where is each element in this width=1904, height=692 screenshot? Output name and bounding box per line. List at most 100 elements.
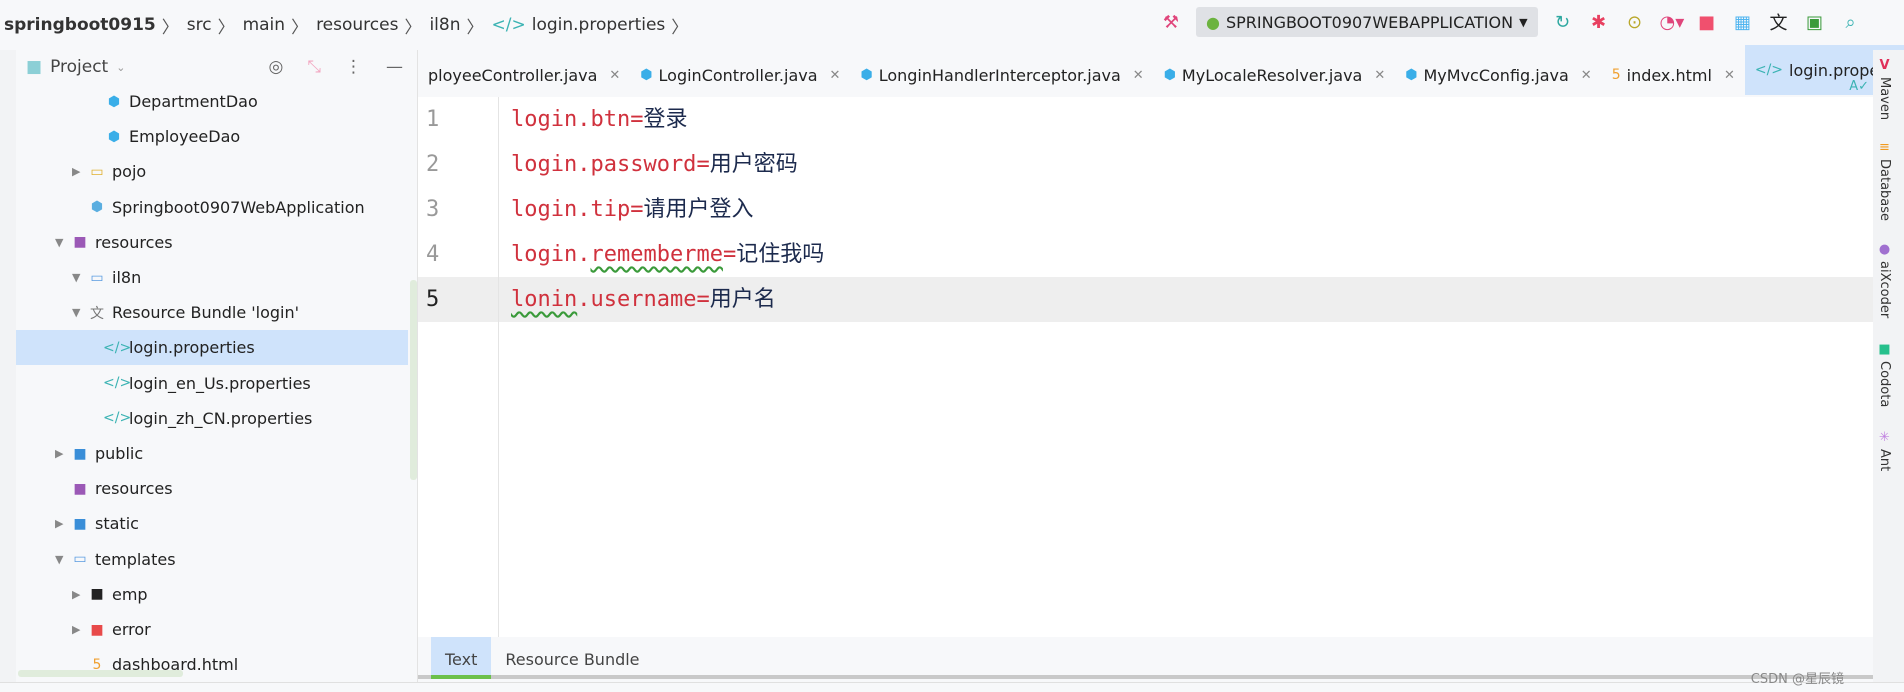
- tree-item[interactable]: </> login_zh_CN.properties: [16, 401, 408, 436]
- tree-item[interactable]: ▼ ▭ templates: [16, 542, 408, 577]
- close-icon[interactable]: ✕: [1724, 68, 1735, 83]
- options-icon[interactable]: ⋮: [345, 57, 362, 77]
- editor-tabs: ployeeController.java ✕ ⬢ LoginController.j…: [418, 45, 1904, 95]
- tab-file[interactable]: ⬢ LonginHandlerInterceptor.java ✕: [850, 55, 1153, 95]
- folder-icon: ▭: [73, 551, 87, 568]
- tree-item-label: error: [112, 620, 151, 639]
- database-tool[interactable]: ≡ Database: [1877, 140, 1892, 221]
- tree-item[interactable]: ▶ ■ emp: [16, 577, 408, 612]
- tree-item[interactable]: ▼ ■ resources: [16, 225, 408, 260]
- hide-icon[interactable]: —: [386, 57, 403, 77]
- expand-arrow-icon[interactable]: ▶: [72, 588, 86, 601]
- class-icon: ⬢: [1163, 67, 1176, 83]
- tree-item[interactable]: ⬢ EmployeeDao: [16, 119, 408, 154]
- folder-icon: ■: [26, 57, 43, 77]
- tree-item[interactable]: ▼ ▭ il8n: [16, 260, 408, 295]
- tab-file[interactable]: ⬢ MyLocaleResolver.java ✕: [1154, 55, 1396, 95]
- class-icon: ⬢: [107, 128, 121, 145]
- translate-icon[interactable]: 文: [1768, 9, 1790, 35]
- tree-item[interactable]: </> login_en_Us.properties: [16, 366, 408, 401]
- breadcrumb-item[interactable]: main: [243, 15, 285, 35]
- breadcrumb-item[interactable]: login.properties: [532, 15, 666, 35]
- horizontal-scrollbar[interactable]: [18, 670, 183, 677]
- tab-label: ployeeController.java: [428, 65, 598, 85]
- tree-item[interactable]: ▶ ■ static: [16, 506, 408, 541]
- line-number: 3: [426, 197, 440, 222]
- tree-item[interactable]: ▼ 文 Resource Bundle 'login': [16, 295, 408, 330]
- equals-sign: =: [696, 152, 710, 177]
- vertical-scrollbar[interactable]: [410, 280, 417, 480]
- tab-text[interactable]: Text: [431, 637, 492, 679]
- expand-arrow-icon[interactable]: ▶: [72, 623, 86, 636]
- stop-icon[interactable]: ■: [1696, 12, 1718, 33]
- tree-item[interactable]: ▶ ■ error: [16, 612, 408, 647]
- expand-arrow-icon[interactable]: ▼: [72, 271, 86, 284]
- layout-grid-icon[interactable]: ▦: [1732, 12, 1754, 33]
- run-config-select[interactable]: ● SPRINGBOOT0907WEBAPPLICATION ▼: [1196, 7, 1538, 37]
- tree-item-label: DepartmentDao: [129, 92, 258, 111]
- close-icon[interactable]: ✕: [1374, 68, 1385, 83]
- expand-arrow-icon[interactable]: ▶: [55, 447, 69, 460]
- equals-sign: =: [696, 287, 710, 312]
- chevron-right-icon: 〉: [466, 17, 484, 38]
- tree-item[interactable]: ▶ ▭ pojo: [16, 154, 408, 189]
- code-line: lonin.username=用户名: [511, 277, 776, 322]
- chevron-down-icon[interactable]: ⌄: [116, 61, 125, 74]
- expand-arrow-icon[interactable]: ▶: [72, 165, 86, 178]
- tab-file[interactable]: ⬢ LoginController.java ✕: [630, 55, 850, 95]
- tree-item-label: il8n: [112, 268, 142, 287]
- tree-item-label: static: [95, 514, 139, 534]
- class-icon: ⬢: [860, 67, 873, 83]
- property-value: 请用户登入: [643, 197, 754, 222]
- breadcrumb-item[interactable]: il8n: [429, 15, 460, 35]
- breadcrumb-item[interactable]: src: [187, 15, 212, 35]
- breadcrumb-item[interactable]: resources: [316, 15, 398, 35]
- spring-boot-icon: ●: [1206, 12, 1220, 32]
- expand-arrow-icon[interactable]: ▶: [55, 517, 69, 530]
- profiler-icon[interactable]: ◔▾: [1660, 12, 1685, 33]
- project-view-select[interactable]: Project: [50, 57, 108, 77]
- tree-item-label: login_en_Us.properties: [129, 373, 311, 393]
- tab-file[interactable]: ployeeController.java ✕: [418, 55, 630, 95]
- tree-item[interactable]: ⬢ Springboot0907WebApplication: [16, 190, 408, 225]
- dark-folder-icon: ■: [90, 586, 104, 603]
- locate-icon[interactable]: ◎: [269, 57, 284, 77]
- line-number: 4: [426, 242, 440, 267]
- tab-resource-bundle[interactable]: Resource Bundle: [491, 637, 653, 675]
- tree-item[interactable]: ▶ ■ public: [16, 436, 408, 471]
- terminal-icon[interactable]: ▣: [1804, 12, 1826, 33]
- code-line: login.rememberme=记住我吗: [511, 232, 824, 277]
- code-editor[interactable]: 12345 login.btn=登录 login.password=用户密码 log…: [418, 79, 1873, 637]
- tab-file[interactable]: ⬢ MyMvcConfig.java ✕: [1395, 55, 1601, 95]
- close-icon[interactable]: ✕: [1581, 68, 1592, 83]
- expand-arrow-icon[interactable]: ▼: [72, 306, 86, 319]
- close-icon[interactable]: ✕: [1133, 68, 1144, 83]
- aixcoder-icon: ●: [1878, 242, 1891, 257]
- property-key: login.: [511, 242, 591, 267]
- close-icon[interactable]: ✕: [609, 68, 620, 83]
- maven-tool[interactable]: V Maven: [1877, 58, 1892, 120]
- equals-sign: =: [630, 197, 644, 222]
- property-value: 用户密码: [709, 152, 798, 177]
- tab-file[interactable]: 5 index.html ✕: [1602, 55, 1745, 95]
- close-icon[interactable]: ✕: [830, 68, 841, 83]
- tree-item[interactable]: ⬢ DepartmentDao: [16, 84, 408, 119]
- spellcheck-icon[interactable]: A✓: [1849, 79, 1869, 94]
- codota-tool[interactable]: ■ Codota: [1877, 342, 1892, 407]
- aixcoder-tool[interactable]: ● aiXcoder: [1877, 242, 1892, 318]
- tree-item-label: templates: [95, 549, 176, 569]
- tree-item[interactable]: </> login.properties: [16, 330, 408, 366]
- search-icon[interactable]: ⌕: [1840, 12, 1862, 33]
- tree-item[interactable]: ■ resources: [16, 471, 408, 506]
- expand-arrow-icon[interactable]: ▼: [55, 553, 69, 566]
- build-hammer-icon[interactable]: ⚒: [1160, 12, 1182, 33]
- expand-arrow-icon[interactable]: ▼: [55, 236, 69, 249]
- properties-icon: </>: [103, 339, 132, 356]
- rerun-icon[interactable]: ↻: [1552, 12, 1574, 33]
- collapse-all-icon[interactable]: ⤡: [307, 57, 321, 77]
- breadcrumb-item[interactable]: springboot0915: [4, 15, 156, 35]
- ant-tool[interactable]: ✳ Ant: [1877, 430, 1892, 471]
- run-coverage-icon[interactable]: ⊙: [1624, 12, 1646, 33]
- debug-icon[interactable]: ✱: [1588, 12, 1610, 33]
- editor-bottom-tabs: Text Resource Bundle: [418, 637, 1873, 679]
